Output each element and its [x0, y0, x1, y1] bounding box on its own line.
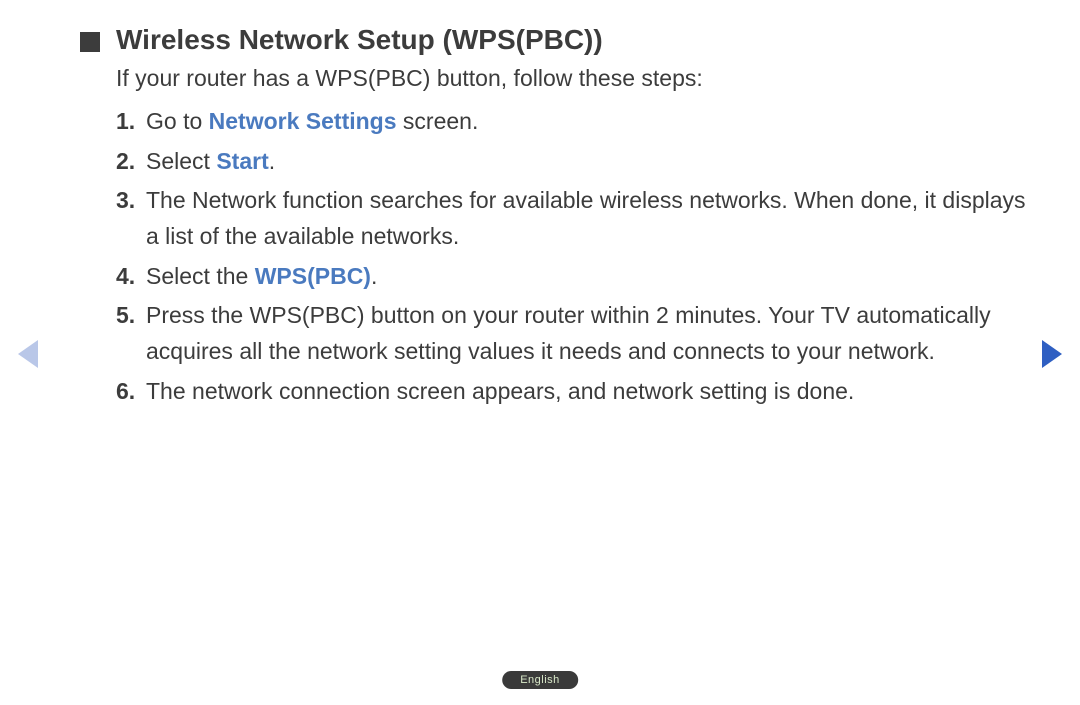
- content-area: Wireless Network Setup (WPS(PBC)) If you…: [80, 24, 1040, 413]
- step-text: Select the: [146, 263, 255, 289]
- step-number: 3.: [116, 183, 146, 254]
- list-item: 5. Press the WPS(PBC) button on your rou…: [116, 298, 1040, 369]
- list-item: 3. The Network function searches for ava…: [116, 183, 1040, 254]
- step-body: The Network function searches for availa…: [146, 183, 1040, 254]
- step-number: 6.: [116, 374, 146, 410]
- section-bullet-icon: [80, 32, 100, 52]
- highlight-term: Network Settings: [209, 108, 397, 134]
- step-body: Select the WPS(PBC).: [146, 259, 1040, 295]
- step-body: Select Start.: [146, 144, 1040, 180]
- step-body: The network connection screen appears, a…: [146, 374, 1040, 410]
- step-text: .: [371, 263, 377, 289]
- page-title: Wireless Network Setup (WPS(PBC)): [116, 24, 603, 56]
- step-text: Select: [146, 148, 216, 174]
- step-body: Press the WPS(PBC) button on your router…: [146, 298, 1040, 369]
- step-number: 4.: [116, 259, 146, 295]
- list-item: 1. Go to Network Settings screen.: [116, 104, 1040, 140]
- list-item: 2. Select Start.: [116, 144, 1040, 180]
- step-body: Go to Network Settings screen.: [146, 104, 1040, 140]
- next-page-arrow-icon[interactable]: [1042, 340, 1062, 368]
- list-item: 6. The network connection screen appears…: [116, 374, 1040, 410]
- heading-row: Wireless Network Setup (WPS(PBC)): [80, 24, 1040, 56]
- language-indicator: English: [502, 671, 578, 689]
- prev-page-arrow-icon[interactable]: [18, 340, 38, 368]
- step-text: .: [269, 148, 275, 174]
- steps-list: 1. Go to Network Settings screen. 2. Sel…: [116, 104, 1040, 409]
- step-number: 5.: [116, 298, 146, 369]
- highlight-term: Start: [216, 148, 268, 174]
- intro-text: If your router has a WPS(PBC) button, fo…: [116, 62, 1040, 94]
- step-number: 2.: [116, 144, 146, 180]
- highlight-term: WPS(PBC): [255, 263, 371, 289]
- list-item: 4. Select the WPS(PBC).: [116, 259, 1040, 295]
- step-text: screen.: [397, 108, 479, 134]
- manual-page: Wireless Network Setup (WPS(PBC)) If you…: [0, 0, 1080, 705]
- step-number: 1.: [116, 104, 146, 140]
- step-text: Go to: [146, 108, 209, 134]
